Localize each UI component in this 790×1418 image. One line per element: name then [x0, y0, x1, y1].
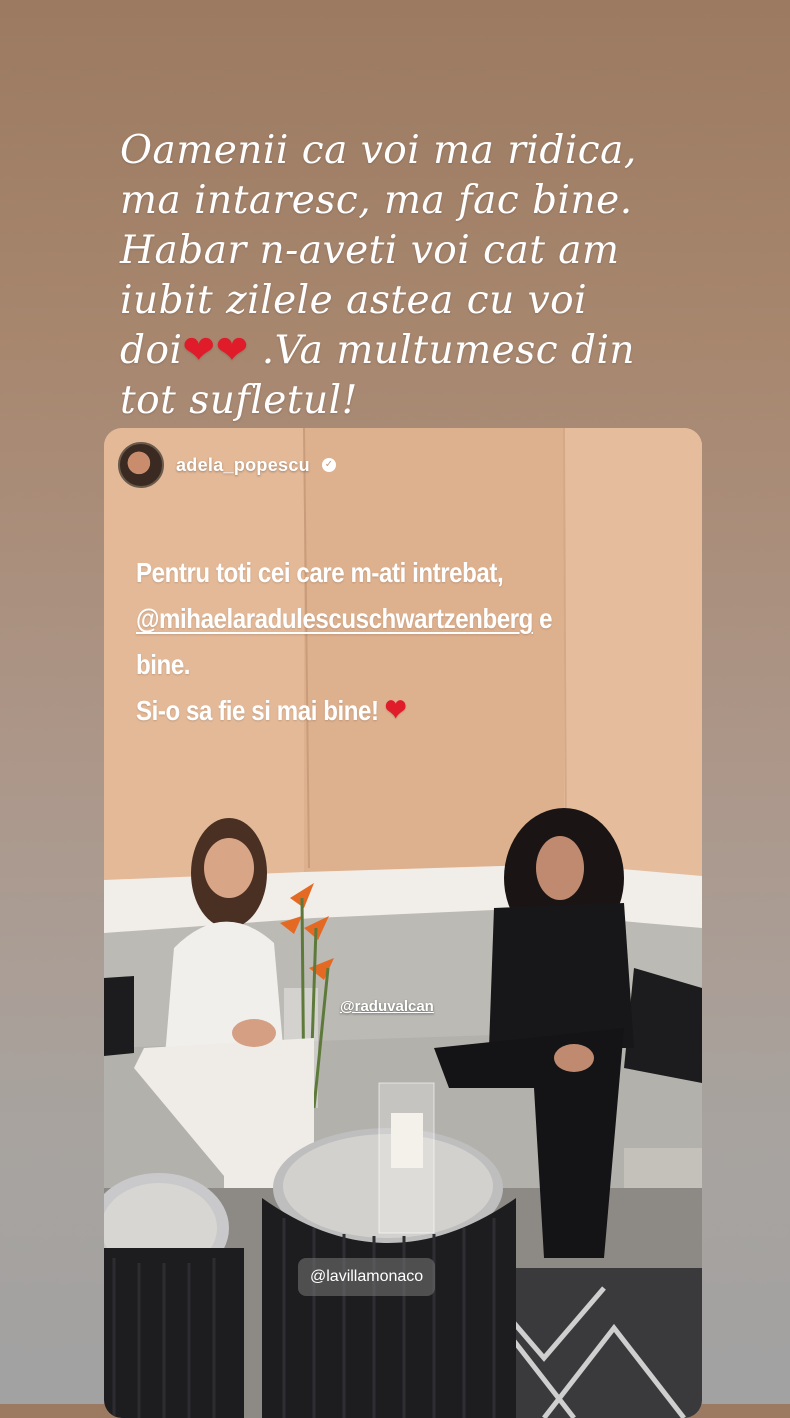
post-header[interactable]: adela_popescu ✓ — [118, 440, 336, 490]
location-tag[interactable]: @lavillamonaco — [298, 1258, 436, 1296]
story-caption: Oamenii ca voi ma ridica, ma intaresc, m… — [120, 126, 680, 426]
overlay-line-text: Si-o sa fie si mai bine! — [136, 695, 385, 726]
caption-line: ma intaresc, ma fac bine. — [120, 178, 633, 223]
caption-line-text: .Va multumesc din — [261, 328, 636, 373]
verified-badge-icon: ✓ — [321, 458, 336, 472]
post-overlay-text: Pentru toti cei care m-ati intrebat, @mi… — [136, 550, 600, 734]
heart-icon: ❤ — [384, 694, 407, 727]
caption-line: Oamenii ca voi ma ridica, — [120, 128, 637, 173]
mention-link[interactable]: @mihaelaradulescuschwartzenberg — [136, 603, 533, 634]
caption-line: iubit zilele astea cu voi — [120, 278, 588, 323]
caption-line: Habar n-aveti voi cat am — [120, 228, 620, 273]
caption-line: doi❤❤ .Va multumesc din — [120, 326, 680, 376]
post-username[interactable]: adela_popescu — [176, 455, 310, 476]
caption-line-text: doi — [120, 328, 183, 373]
person-tag[interactable]: @raduvalcan — [340, 998, 434, 1015]
overlay-line: Pentru toti cei care m-ati intrebat, — [136, 557, 504, 588]
overlay-line: @mihaelaradulescuschwartzenberg e bine. — [136, 596, 600, 688]
heart-icon: ❤❤ — [182, 328, 249, 373]
avatar[interactable] — [118, 442, 164, 488]
shared-post-card[interactable]: adela_popescu ✓ Pentru toti cei care m-a… — [104, 428, 702, 1418]
caption-line: tot sufletul! — [120, 378, 358, 423]
overlay-line: Si-o sa fie si mai bine! ❤ — [136, 688, 600, 734]
